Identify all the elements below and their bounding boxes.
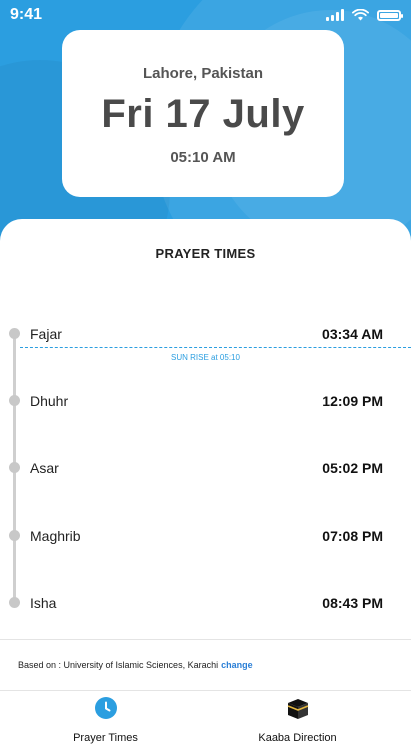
current-time-label: 05:10 AM [170,149,236,166]
calculation-method-text: Based on : University of Islamic Science… [18,660,219,670]
status-icons [326,9,403,21]
timeline-dot [9,462,20,473]
tab-kaaba-direction[interactable]: Kaaba Direction [195,691,400,747]
change-method-link[interactable]: change [221,660,253,670]
calculation-method: Based on : University of Islamic Science… [18,660,253,670]
prayer-time: 07:08 PM [322,528,383,544]
timeline-dot [9,395,20,406]
divider [0,639,411,640]
prayer-row-isha[interactable]: Isha 08:43 PM [0,591,411,615]
location-date-card: Lahore, Pakistan Fri 17 July 05:10 AM [62,30,344,197]
location-label: Lahore, Pakistan [142,65,264,82]
status-bar: 9:41 [0,0,411,30]
section-title: PRAYER TIMES [155,246,256,261]
prayer-row-asar[interactable]: Asar 05:02 PM [0,456,411,480]
prayer-name: Fajar [30,326,62,342]
prayer-name: Isha [30,595,57,611]
tab-label: Kaaba Direction [258,732,337,744]
timeline-dot [9,530,20,541]
clock-icon [94,697,117,719]
prayer-row-maghrib[interactable]: Maghrib 07:08 PM [0,524,411,548]
prayer-row-dhuhr[interactable]: Dhuhr 12:09 PM [0,389,411,413]
prayer-name: Maghrib [30,528,81,544]
sunrise-label: SUN RISE at 05:10 [171,353,240,362]
prayer-row-fajar[interactable]: Fajar 03:34 AM [0,322,411,346]
timeline-dot [9,597,20,608]
sunrise-divider [20,347,411,348]
prayer-name: Asar [30,460,59,476]
tab-prayer-times[interactable]: Prayer Times [3,691,208,747]
prayer-time: 03:34 AM [322,326,383,342]
date-label: Fri 17 July [101,92,305,136]
tab-label: Prayer Times [73,732,138,744]
prayer-name: Dhuhr [30,393,69,409]
wifi-icon [352,9,369,21]
prayer-times-panel: PRAYER TIMES Fajar 03:34 AM SUN RISE at … [0,219,411,747]
prayer-time: 12:09 PM [322,393,383,409]
battery-icon [377,9,403,21]
prayer-time: 08:43 PM [322,595,383,611]
cellular-signal-icon [326,9,344,21]
prayer-time: 05:02 PM [322,460,383,476]
status-time: 9:41 [10,6,43,23]
tab-bar: Prayer Times Kaaba Direction [0,691,411,747]
kaaba-icon [287,699,308,719]
timeline-dot [9,328,20,339]
